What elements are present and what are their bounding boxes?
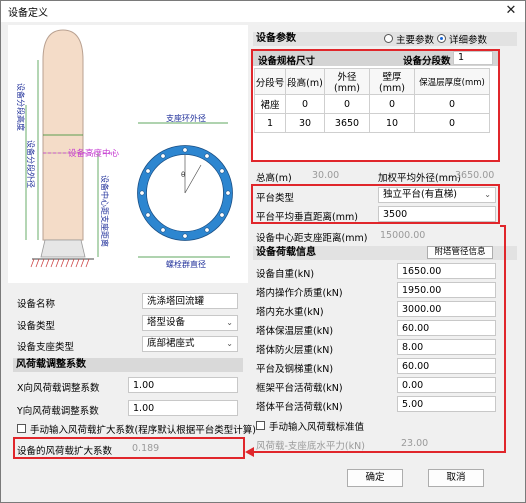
ok-button[interactable]: 确定: [347, 469, 403, 487]
highlight-arrow: [245, 225, 506, 457]
cancel-button[interactable]: 取消: [428, 469, 484, 487]
